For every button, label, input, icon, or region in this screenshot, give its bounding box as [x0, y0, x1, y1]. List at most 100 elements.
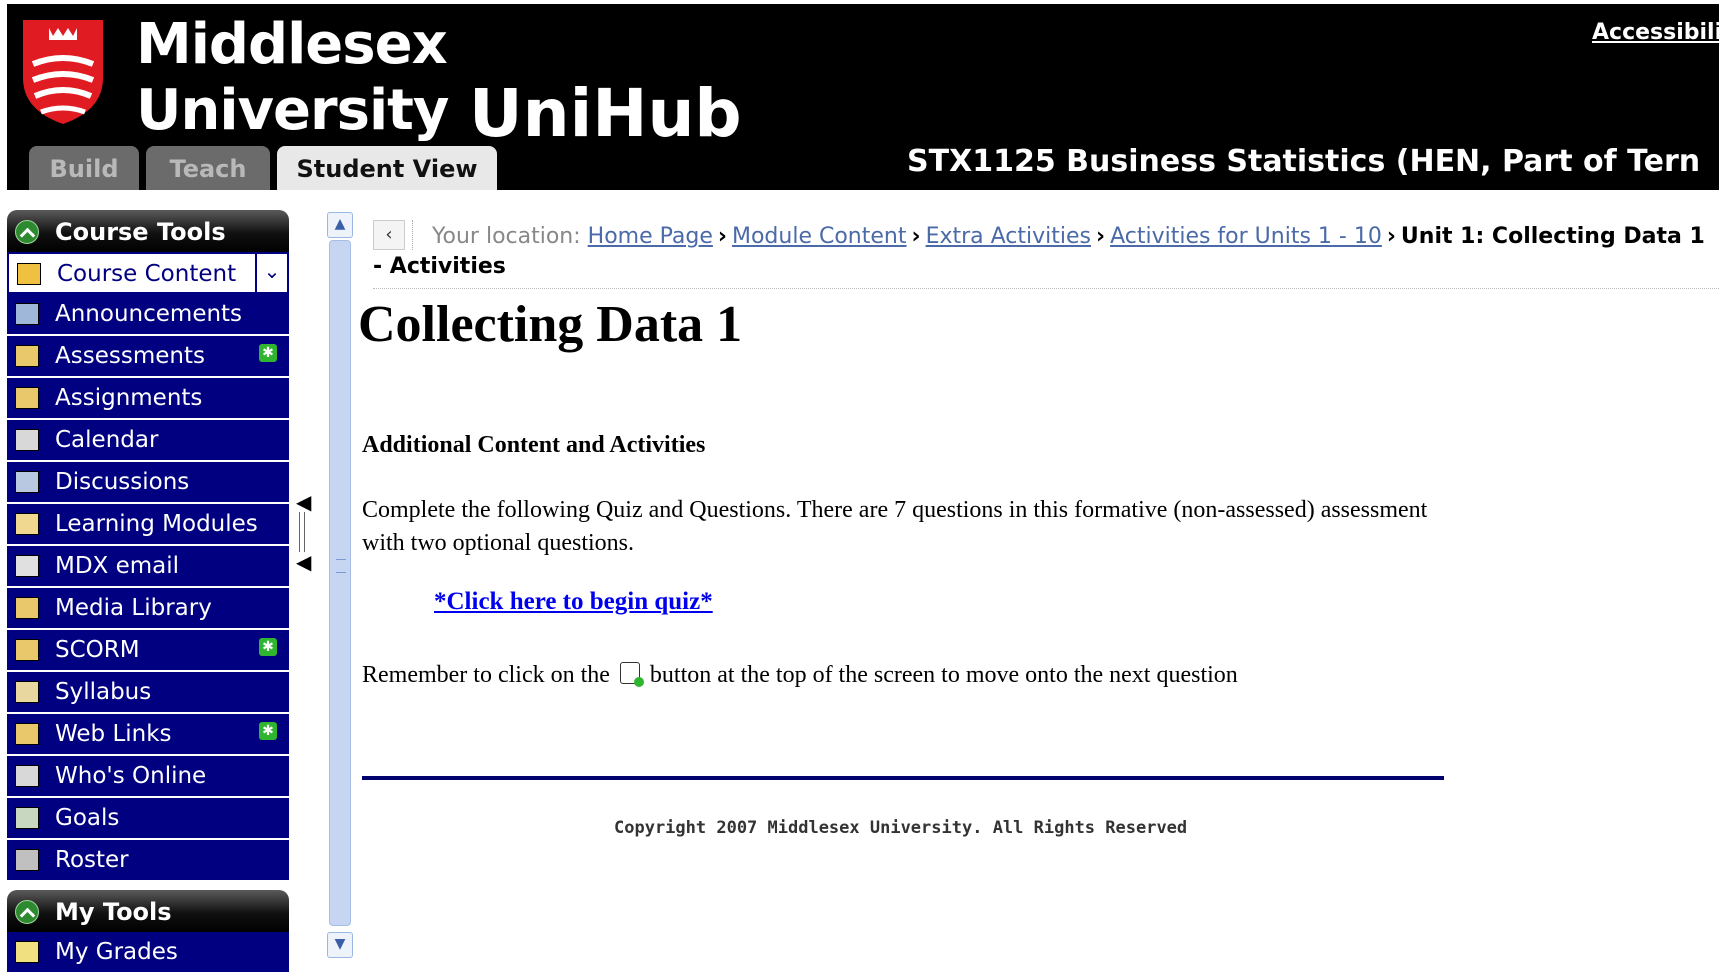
university-crest-icon — [23, 20, 103, 124]
goals-icon — [15, 807, 39, 829]
sidebar-item-label: Assessments — [55, 343, 205, 369]
sidebar-item-label: Who's Online — [55, 763, 207, 789]
copyright-text: Copyright 2007 Middlesex University. All… — [614, 818, 1188, 838]
weblink-icon — [15, 723, 39, 745]
sidebar-item-announcements[interactable]: Announcements — [7, 294, 289, 336]
sidebar-item-goals[interactable]: Goals — [7, 798, 289, 840]
sidebar-item-label: My Grades — [55, 939, 178, 965]
new-content-icon: ✱ — [259, 344, 277, 362]
sidebar-item-web-links[interactable]: Web Links ✱ — [7, 714, 289, 756]
accessibility-link[interactable]: Accessibili — [1592, 20, 1719, 45]
sidebar-item-label: Syllabus — [55, 679, 152, 705]
discussion-icon — [15, 471, 39, 493]
sidebar-item-course-content[interactable]: Course Content ⌄ — [7, 252, 289, 294]
my-tools-header[interactable]: My Tools — [7, 890, 289, 932]
sidebar-item-label: Course Content — [57, 261, 237, 287]
content-scrollbar[interactable]: ▲ ▼ — [327, 210, 353, 961]
tab-student-view[interactable]: Student View — [277, 146, 497, 190]
sidebar-item-assignments[interactable]: Assignments — [7, 378, 289, 420]
new-content-icon: ✱ — [259, 638, 277, 656]
course-tools-header[interactable]: Course Tools — [7, 210, 289, 252]
sidebar-item-label: Media Library — [55, 595, 212, 621]
course-title: STX1125 Business Statistics (HEN, Part o… — [907, 144, 1701, 179]
scroll-down-button[interactable]: ▼ — [327, 932, 353, 958]
next-question-icon — [619, 662, 644, 687]
megaphone-icon — [15, 303, 39, 325]
sidebar-item-label: MDX email — [55, 553, 180, 579]
sidebar-item-discussions[interactable]: Discussions — [7, 462, 289, 504]
sidebar-item-label: SCORM — [55, 637, 140, 663]
sidebar-item-mdx-email[interactable]: MDX email — [7, 546, 289, 588]
scroll-track[interactable] — [329, 240, 351, 926]
breadcrumb: Your location: Home Page › Module Content ›… — [373, 222, 1713, 282]
course-menu: Course Tools Course Content ⌄ Announceme… — [7, 210, 289, 974]
sidebar-item-learning-modules[interactable]: Learning Modules — [7, 504, 289, 546]
online-icon — [15, 765, 39, 787]
section-heading: Additional Content and Activities — [362, 432, 706, 458]
footer-divider — [362, 776, 1444, 780]
next-question-hint: Remember to click on the button at the t… — [362, 662, 1238, 689]
scroll-up-button[interactable]: ▲ — [327, 212, 353, 238]
email-icon — [15, 555, 39, 577]
sidebar-item-media-library[interactable]: Media Library — [7, 588, 289, 630]
sidebar-item-label: Goals — [55, 805, 120, 831]
sidebar-item-calendar[interactable]: Calendar — [7, 420, 289, 462]
syllabus-icon — [15, 681, 39, 703]
menu-collapse-handle[interactable]: ◀ ◀ — [296, 492, 311, 572]
sidebar-item-label: Web Links — [55, 721, 172, 747]
breadcrumb-separator: › — [911, 224, 921, 249]
hint-text-after: button at the top of the screen to move … — [649, 662, 1238, 688]
breadcrumb-link-extra-activities[interactable]: Extra Activities — [926, 224, 1091, 249]
scroll-grip-icon[interactable] — [336, 559, 346, 573]
new-content-icon: ✱ — [259, 722, 277, 740]
content-area: ‹ Your location: Home Page › Module Conten… — [358, 210, 1719, 961]
my-tools-title: My Tools — [55, 898, 172, 926]
breadcrumb-separator: › — [1386, 224, 1396, 249]
grades-icon — [15, 941, 39, 963]
sidebar-item-roster[interactable]: Roster — [7, 840, 289, 882]
breadcrumb-link-home[interactable]: Home Page — [588, 224, 713, 249]
header-bar: Middlesex University UniHub Accessibili … — [7, 4, 1719, 190]
instructions-text: Complete the following Quiz and Question… — [362, 497, 1428, 556]
breadcrumb-prefix: Your location: — [432, 224, 581, 249]
sidebar-item-label: Roster — [55, 847, 129, 873]
university-logo-text: Middlesex University — [136, 12, 449, 144]
breadcrumb-underline — [373, 288, 1719, 289]
university-name-line2: University — [136, 78, 449, 143]
sidebar-item-scorm[interactable]: SCORM ✱ — [7, 630, 289, 672]
scorm-icon — [15, 639, 39, 661]
sidebar-item-label: Assignments — [55, 385, 203, 411]
home-icon — [17, 263, 41, 285]
university-name-line1: Middlesex — [136, 12, 448, 77]
drag-handle-icon[interactable] — [299, 512, 305, 552]
tab-teach[interactable]: Teach — [146, 146, 270, 190]
sidebar-item-whos-online[interactable]: Who's Online — [7, 756, 289, 798]
chevron-down-icon[interactable]: ⌄ — [255, 254, 287, 292]
collapse-up-icon[interactable] — [15, 220, 39, 244]
sidebar-item-label: Calendar — [55, 427, 159, 453]
breadcrumb-link-activities-units[interactable]: Activities for Units 1 - 10 — [1110, 224, 1382, 249]
hint-text-before: Remember to click on the — [362, 662, 610, 688]
breadcrumb-separator: › — [717, 224, 727, 249]
collapse-left-icon[interactable]: ◀ — [296, 492, 311, 512]
breadcrumb-separator: › — [1096, 224, 1106, 249]
sidebar-item-label: Discussions — [55, 469, 190, 495]
sidebar-item-syllabus[interactable]: Syllabus — [7, 672, 289, 714]
sidebar-item-my-grades[interactable]: My Grades — [7, 932, 289, 974]
sidebar-item-label: Announcements — [55, 301, 243, 327]
calendar-icon — [15, 429, 39, 451]
breadcrumb-link-module-content[interactable]: Module Content — [732, 224, 907, 249]
collapse-left-icon[interactable]: ◀ — [296, 552, 311, 572]
page-title: Collecting Data 1 — [358, 296, 743, 353]
collapse-up-icon[interactable] — [15, 900, 39, 924]
sidebar-item-assessments[interactable]: Assessments ✱ — [7, 336, 289, 378]
module-icon — [15, 513, 39, 535]
course-tools-title: Course Tools — [55, 218, 226, 246]
sidebar-item-label: Learning Modules — [55, 511, 258, 537]
assignment-icon — [15, 387, 39, 409]
media-icon — [15, 597, 39, 619]
tab-build[interactable]: Build — [29, 146, 139, 190]
app-name: UniHub — [469, 75, 742, 152]
begin-quiz-link[interactable]: *Click here to begin quiz* — [434, 588, 713, 616]
roster-icon — [15, 849, 39, 871]
